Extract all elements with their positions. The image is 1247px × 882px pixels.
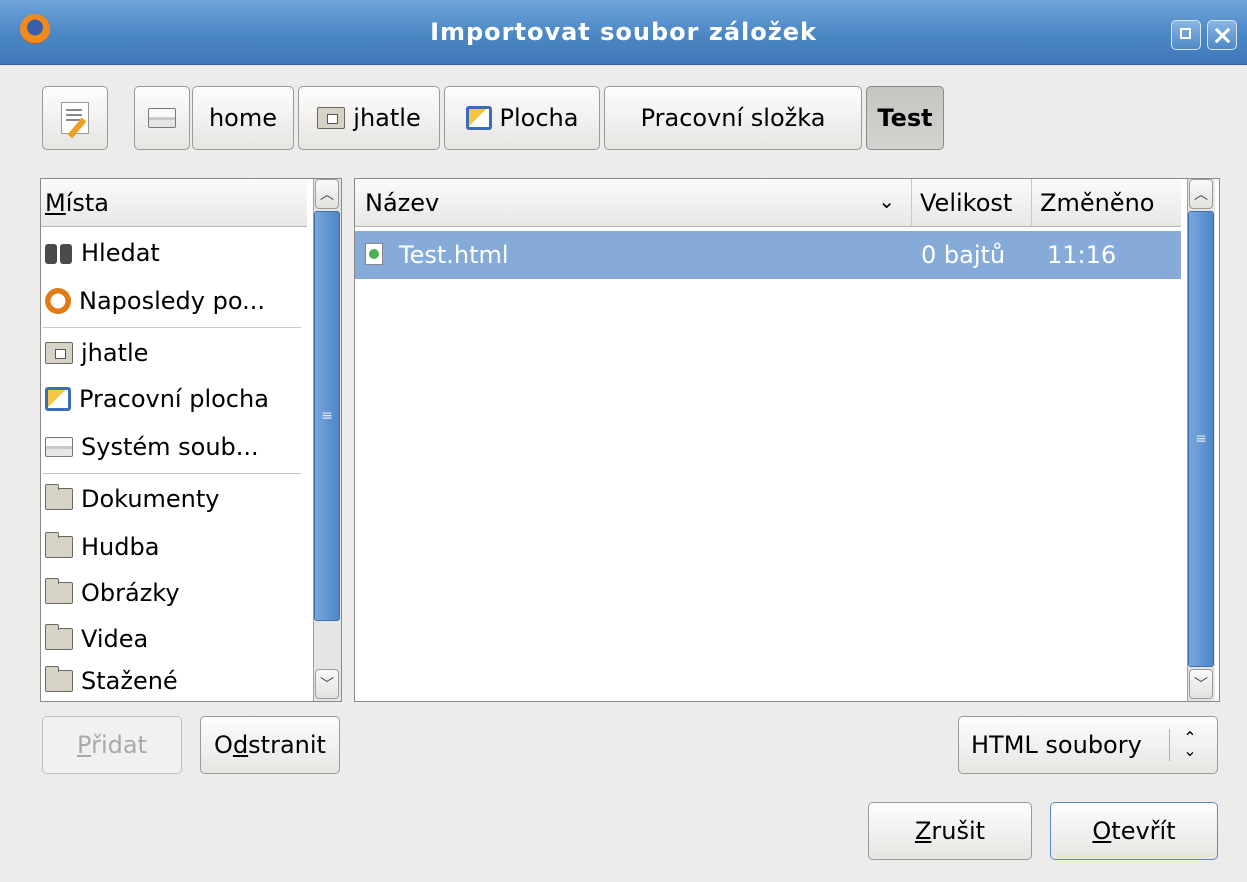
title-bar: Importovat soubor záložek (0, 0, 1247, 65)
places-separator (43, 327, 301, 328)
window-title: Importovat soubor záložek (430, 18, 817, 46)
place-item-desktop[interactable]: Pracovní plocha (41, 375, 307, 423)
place-label: Videa (81, 625, 149, 653)
file-type-selected: HTML soubory (971, 731, 1142, 759)
cancel-label: Zrušit (915, 817, 985, 845)
place-item-recent[interactable]: Naposledy po... (41, 277, 307, 325)
column-header-name[interactable]: Název ⌄ (355, 179, 911, 227)
file-size: 0 bajtů (921, 241, 1006, 269)
updown-arrows-icon: ⌃ ⌄ (1183, 728, 1197, 760)
column-modified-label: Změněno (1040, 188, 1155, 217)
places-panel: Místa Hledat Naposledy po... jhatle Prac… (40, 178, 342, 702)
column-name-label: Název (365, 188, 440, 217)
scroll-up-button[interactable]: ︿ (315, 179, 339, 209)
places-separator (43, 473, 301, 474)
file-row[interactable]: Test.html 0 bajtů 11:16 (355, 231, 1181, 279)
desktop-icon (45, 387, 71, 411)
remove-bookmark-button[interactable]: Odstranit (200, 716, 340, 774)
place-item-obrazky[interactable]: Obrázky (41, 569, 307, 617)
home-folder-icon (45, 342, 73, 364)
folder-icon (45, 532, 73, 558)
place-item-videa[interactable]: Videa (41, 615, 307, 663)
sort-descending-icon: ⌄ (878, 189, 895, 213)
select-divider (1169, 729, 1170, 761)
place-label: Pracovní plocha (79, 385, 269, 413)
scroll-up-button[interactable]: ︿ (1189, 179, 1213, 209)
type-location-button[interactable] (42, 86, 108, 150)
path-scroll-left-button[interactable] (134, 86, 190, 150)
folder-icon (45, 624, 73, 650)
files-scroll-thumb[interactable]: ≡ (1188, 211, 1214, 667)
place-item-dokumenty[interactable]: Dokumenty (41, 475, 307, 523)
html-file-icon (365, 243, 383, 265)
places-scrollbar[interactable]: ︿ ≡ ﹀ (313, 179, 341, 701)
place-label: Hudba (81, 533, 160, 561)
place-label: Dokumenty (81, 485, 220, 513)
file-list-panel: Název ⌄ Velikost Změněno Test.html 0 baj… (354, 178, 1220, 702)
search-icon (45, 241, 73, 265)
remove-label: Odstranit (214, 731, 326, 759)
place-item-jhatle[interactable]: jhatle (41, 329, 307, 377)
column-size-label: Velikost (920, 188, 1013, 217)
open-mnemonic: O (1092, 817, 1112, 845)
path-segment-pracovni-slozka[interactable]: Pracovní složka (604, 86, 862, 150)
path-segment-label: home (208, 104, 278, 132)
place-item-hledat[interactable]: Hledat (41, 229, 307, 277)
places-header-rest: ísta (65, 188, 110, 217)
desktop-icon (465, 106, 492, 130)
path-segment-plocha[interactable]: Plocha (444, 86, 600, 150)
folder-icon (45, 578, 73, 604)
places-scroll-thumb[interactable]: ≡ (314, 211, 340, 621)
add-rest: řidat (91, 731, 147, 759)
file-modified: 11:16 (1047, 241, 1117, 269)
open-label: Otevřít (1092, 817, 1175, 845)
maximize-button[interactable] (1171, 20, 1201, 50)
add-bookmark-button[interactable]: Přidat (42, 716, 182, 774)
path-segment-label: jhatle (353, 104, 421, 132)
places-header-mnemonic: M (45, 188, 66, 217)
place-label: Systém soub... (81, 433, 259, 461)
path-segment-label: Pracovní složka (640, 104, 826, 132)
place-label: Hledat (81, 239, 160, 267)
remove-rest: stranit (248, 731, 326, 759)
file-type-select[interactable]: HTML soubory ⌃ ⌄ (958, 716, 1218, 774)
cancel-mnemonic: Z (914, 817, 932, 845)
column-header-size[interactable]: Velikost (911, 179, 1031, 227)
recent-icon (45, 288, 71, 314)
place-label: Obrázky (81, 579, 180, 607)
cancel-button[interactable]: Zrušit (868, 802, 1032, 860)
place-item-stazene[interactable]: Stažené (41, 661, 307, 701)
place-item-hudba[interactable]: Hudba (41, 523, 307, 571)
remove-mnemonic: d (232, 731, 249, 759)
remove-pre: O (214, 731, 233, 759)
close-window-button[interactable] (1207, 20, 1237, 50)
add-label: Přidat (77, 731, 147, 759)
open-rest: tevřít (1111, 817, 1176, 845)
folder-icon (45, 666, 73, 692)
place-label: Stažené (81, 667, 178, 695)
add-mnemonic: P (77, 731, 92, 759)
home-folder-icon (317, 107, 346, 129)
place-label: jhatle (81, 339, 149, 367)
cancel-rest: rušit (931, 817, 986, 845)
scroll-down-button[interactable]: ﹀ (1189, 669, 1213, 699)
path-segment-test[interactable]: Test (866, 86, 944, 150)
folder-icon (45, 484, 73, 510)
path-segment-label: Test (877, 104, 933, 132)
open-button[interactable]: Otevřít (1050, 802, 1218, 860)
drive-icon (45, 437, 73, 457)
drive-icon (148, 108, 176, 128)
path-segment-label: Plocha (499, 104, 579, 132)
files-scrollbar[interactable]: ︿ ≡ ﹀ (1187, 179, 1215, 701)
path-segment-home[interactable]: home (192, 86, 294, 150)
column-header-modified[interactable]: Změněno (1031, 179, 1181, 227)
file-name: Test.html (399, 241, 509, 269)
path-segment-jhatle[interactable]: jhatle (298, 86, 440, 150)
place-label: Naposledy po... (79, 287, 265, 315)
edit-location-icon (61, 102, 89, 134)
scroll-down-button[interactable]: ﹀ (315, 669, 339, 699)
place-item-filesystem[interactable]: Systém soub... (41, 423, 307, 471)
places-header[interactable]: Místa (41, 179, 307, 227)
